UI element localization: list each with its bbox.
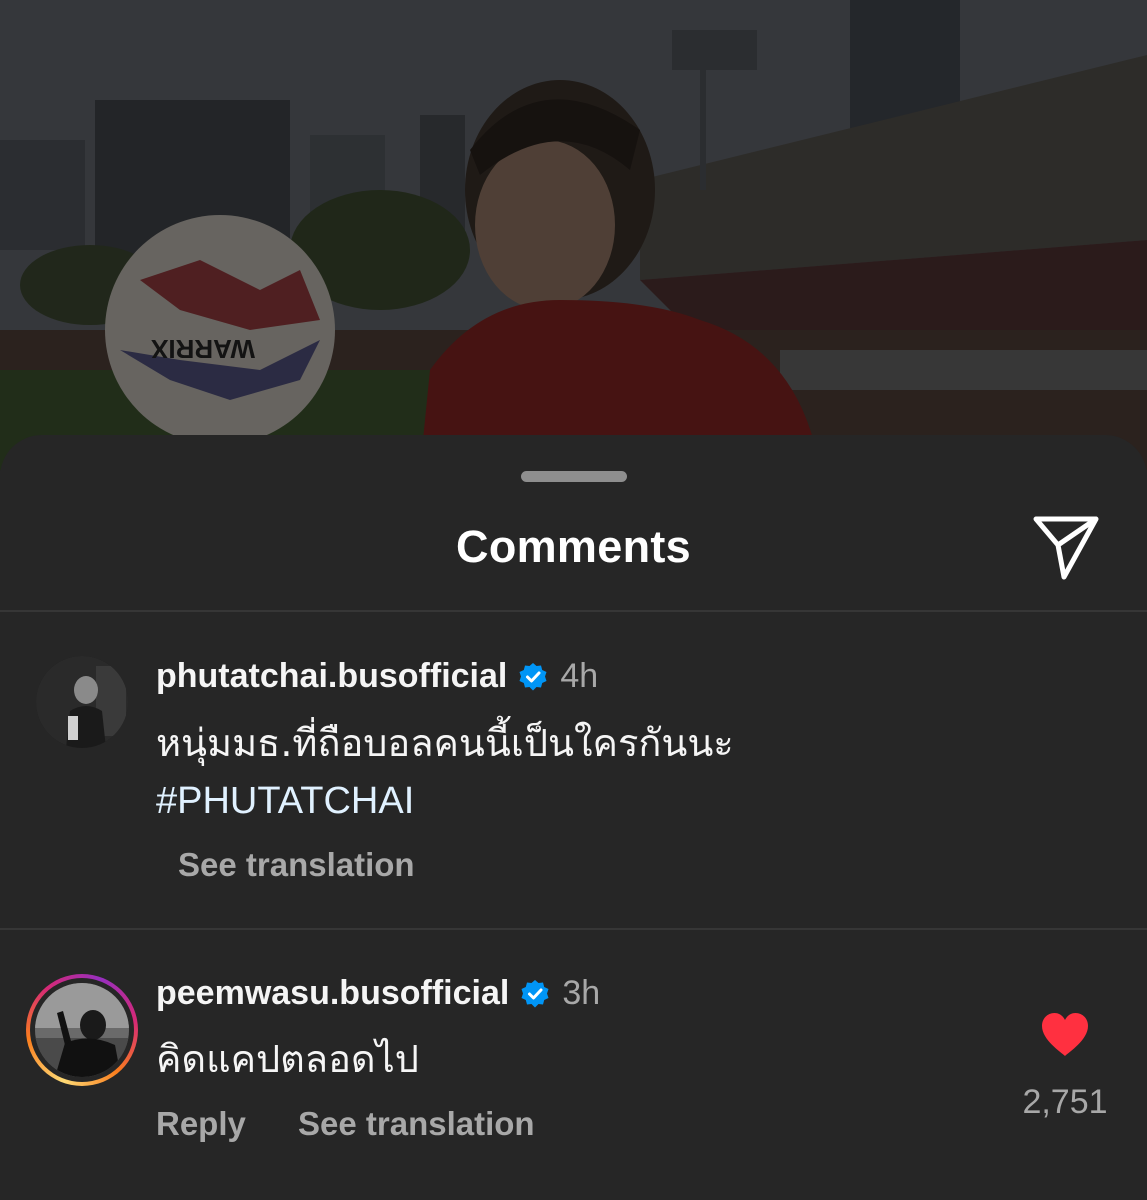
- hashtag-link[interactable]: #PHUTATCHAI: [156, 772, 734, 830]
- username-link[interactable]: phutatchai.busofficial: [156, 657, 507, 696]
- like-button[interactable]: [1040, 1012, 1090, 1058]
- comment-body: คิดแคปตลอดไป: [156, 1030, 419, 1088]
- header-divider: [0, 610, 1147, 612]
- sheet-title: Comments: [456, 521, 691, 572]
- comment-header: peemwasu.busofficial 3h: [156, 974, 600, 1013]
- avatar: [35, 983, 129, 1077]
- see-translation-button[interactable]: See translation: [298, 1105, 535, 1143]
- paper-plane-icon: [1033, 516, 1099, 580]
- reply-button[interactable]: Reply: [156, 1105, 246, 1143]
- verified-badge-icon: [521, 979, 549, 1007]
- username-link[interactable]: peemwasu.busofficial: [156, 974, 509, 1013]
- drag-handle[interactable]: [521, 471, 627, 482]
- comment-time: 4h: [560, 657, 599, 695]
- avatar[interactable]: [36, 656, 128, 748]
- verified-badge-icon: [519, 662, 547, 690]
- comment-divider: [0, 928, 1147, 930]
- comment-header: phutatchai.busofficial 4h: [156, 657, 598, 696]
- heart-filled-icon: [1042, 1013, 1088, 1056]
- post-photo-backdrop: WARRIX: [0, 0, 1147, 470]
- see-translation-button[interactable]: See translation: [178, 846, 415, 884]
- comment-time: 3h: [562, 974, 601, 1012]
- like-count: 2,751: [1022, 1083, 1108, 1121]
- share-button[interactable]: [1028, 515, 1104, 581]
- avatar-story-ring[interactable]: [26, 974, 138, 1086]
- comment-text: หนุ่มมธ.ที่ถือบอลคนนี้เป็นใครกันนะ: [156, 721, 734, 765]
- comment-body: หนุ่มมธ.ที่ถือบอลคนนี้เป็นใครกันนะ #PHUT…: [156, 714, 734, 830]
- comment-text: คิดแคปตลอดไป: [156, 1037, 419, 1081]
